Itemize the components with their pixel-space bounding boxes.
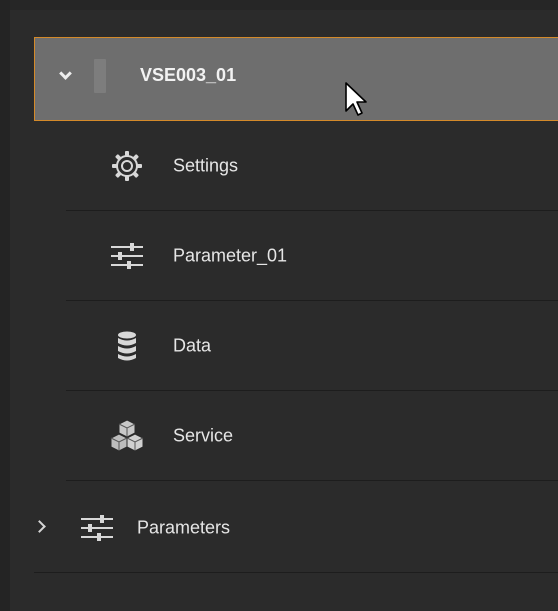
device-label: VSE003_01 bbox=[140, 65, 237, 85]
tree-item-label: Data bbox=[173, 335, 212, 355]
tree-item-parameter-01[interactable]: Parameter_01 bbox=[66, 211, 558, 301]
tree-item-label: Service bbox=[173, 425, 234, 445]
tree-item-data[interactable]: Data bbox=[66, 301, 558, 391]
chevron-right-icon[interactable] bbox=[33, 520, 46, 533]
chevron-down-icon[interactable] bbox=[59, 67, 72, 80]
tree-item-parameters[interactable]: Parameters bbox=[33, 483, 558, 573]
mouse-cursor-icon bbox=[345, 82, 367, 116]
database-icon bbox=[118, 331, 136, 360]
device-tree-panel: VSE003_01 Settings Parameter_01 Data Ser… bbox=[0, 0, 558, 611]
sliders-icon bbox=[81, 515, 113, 541]
tree-item-label: Settings bbox=[173, 155, 239, 175]
tree-item-settings[interactable]: Settings bbox=[66, 121, 558, 211]
gear-icon bbox=[112, 150, 142, 181]
panel-left-edge bbox=[0, 0, 10, 611]
sliders-icon bbox=[111, 242, 143, 269]
tree-item-service[interactable]: Service bbox=[66, 391, 558, 481]
tree-item-device[interactable]: VSE003_01 bbox=[34, 37, 558, 121]
tree-item-label: Parameter_01 bbox=[173, 245, 288, 265]
panel-top-strip bbox=[0, 0, 558, 10]
device-icon bbox=[94, 59, 106, 93]
cubes-icon bbox=[110, 418, 144, 452]
tree-item-label: Parameters bbox=[137, 517, 231, 537]
